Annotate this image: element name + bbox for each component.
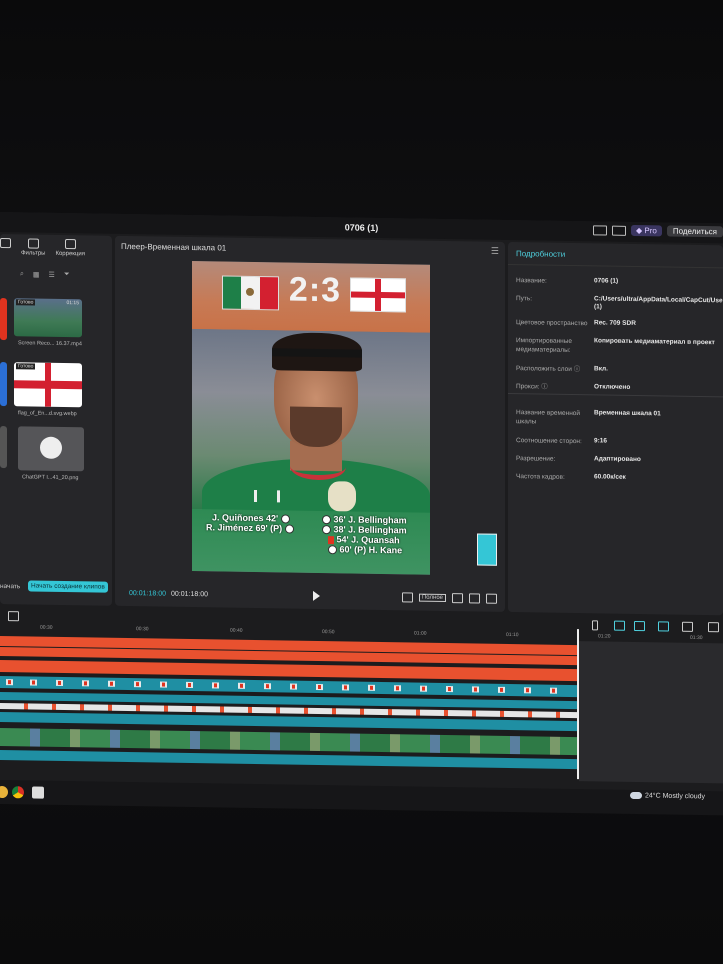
mexico-flag xyxy=(222,275,279,311)
divider xyxy=(508,263,723,269)
tab-correction-label: Коррекция xyxy=(55,250,85,258)
play-icon[interactable] xyxy=(313,590,320,602)
start-clip-creation-button[interactable]: Начать создание клипов xyxy=(28,580,108,593)
player-panel: Плеер-Временная шкала 01 ☰ 2:3 J. Quiñon… xyxy=(115,235,505,612)
chrome-icon[interactable] xyxy=(12,786,24,799)
ruler-tick: 00:30 xyxy=(40,624,53,631)
timeline-empty-area[interactable] xyxy=(579,641,723,784)
media-thumb-england-flag[interactable]: Готово xyxy=(14,362,82,408)
ball-icon xyxy=(322,525,331,535)
zoom-icon[interactable] xyxy=(708,622,719,633)
flag-cross-horizontal xyxy=(14,380,82,389)
media-name: ChatGPT I...41_20.png xyxy=(22,474,79,482)
red-card-icon xyxy=(328,535,334,544)
fullscreen-icon[interactable] xyxy=(486,593,497,604)
correction-icon xyxy=(64,239,76,250)
filters-icon xyxy=(27,238,39,249)
ruler-tick: 00:40 xyxy=(230,627,243,634)
video-preview[interactable]: 2:3 J. Quiñones 42' R. Jiménez 69' (P) 3… xyxy=(192,261,430,575)
split-icon[interactable] xyxy=(8,611,19,622)
media-name: Screen Reco... 16.37.mp4 xyxy=(18,340,82,348)
media-name: flag_of_En...d.svg.webp xyxy=(18,410,77,418)
effects-icon xyxy=(0,238,11,249)
ruler-tick: 00:50 xyxy=(322,629,335,636)
snap-icon[interactable] xyxy=(658,621,669,632)
divider xyxy=(508,392,723,398)
search-icon[interactable]: ⌕ xyxy=(20,270,24,278)
explorer-icon[interactable] xyxy=(0,785,8,799)
media-thumb-video[interactable]: Готово 01:15 xyxy=(14,298,82,338)
match-score: 2:3 xyxy=(288,270,342,310)
magnet-icon[interactable] xyxy=(634,620,645,632)
note-icon[interactable] xyxy=(401,592,413,603)
headband xyxy=(272,348,362,358)
beard xyxy=(290,406,342,448)
ball-icon xyxy=(280,514,290,524)
team-crest-icon xyxy=(328,481,356,512)
capcut-window: 0706 (1) ◆ Pro Поделиться Фильтры Коррек… xyxy=(0,212,723,814)
media-thumb-partial[interactable] xyxy=(0,298,7,341)
menu-icon[interactable]: ☰ xyxy=(491,246,499,257)
england-flag xyxy=(350,277,406,313)
duration-label: 01:15 xyxy=(66,300,79,307)
filter-icon[interactable]: ⏷ xyxy=(64,271,70,279)
start-label[interactable]: начать xyxy=(0,583,20,590)
player-photo xyxy=(192,329,430,531)
goal-scorers: J. Quiñones 42' R. Jiménez 69' (P) 36' J… xyxy=(192,509,430,575)
brand-stripes xyxy=(254,489,280,503)
weather-text: Mostly cloudy xyxy=(662,792,705,801)
ball-icon xyxy=(322,515,331,525)
layout-icon[interactable] xyxy=(592,224,607,236)
weather-widget[interactable]: 24°C Mostly cloudy xyxy=(630,791,705,801)
sort-icon[interactable]: ☰ xyxy=(49,271,55,279)
link-icon[interactable] xyxy=(614,620,625,631)
keyboard-icon[interactable] xyxy=(611,225,626,236)
ruler-tick: 00:30 xyxy=(136,626,149,633)
full-button[interactable]: Полное xyxy=(418,593,446,603)
fit-icon[interactable] xyxy=(452,593,463,604)
playhead[interactable] xyxy=(577,629,579,780)
chatgpt-logo-icon xyxy=(40,436,62,459)
status-badge: Готово xyxy=(16,299,36,306)
temperature: 24°C xyxy=(645,792,661,800)
share-button[interactable]: Поделиться xyxy=(666,225,723,238)
media-thumb-image[interactable] xyxy=(18,426,84,472)
tab-filters-label: Фильтры xyxy=(21,250,46,257)
england-goal-4: 60' (P) H. Kane xyxy=(328,544,402,555)
scoreboard: 2:3 xyxy=(192,261,430,333)
ruler-tick: 01:30 xyxy=(690,634,703,642)
ruler-tick: 01:20 xyxy=(598,633,611,640)
capcut-icon[interactable] xyxy=(32,786,44,799)
selection-handle[interactable] xyxy=(477,533,497,566)
ball-icon xyxy=(284,524,294,534)
current-timecode: 00:01:18:00 xyxy=(129,590,166,598)
collar xyxy=(290,452,346,481)
ball-icon xyxy=(328,545,337,555)
player-controls: 00:01:18:00 00:01:18:00 Полное xyxy=(115,582,505,612)
status-badge: Готово xyxy=(16,363,36,370)
grid-icon[interactable]: ▦ xyxy=(33,271,40,279)
details-panel: Подробности Название: 0706 (1) Путь: C:/Us… xyxy=(508,241,723,616)
player-title: Плеер-Временная шкала 01 xyxy=(121,241,227,253)
total-timecode: 00:01:18:00 xyxy=(171,590,208,599)
tab-correction[interactable]: Коррекция xyxy=(55,239,85,257)
cloud-icon xyxy=(630,791,642,800)
preview-axis-icon[interactable] xyxy=(682,621,693,632)
media-panel: Фильтры Коррекция ⌕ ▦ ☰ ⏷ Готово 01:15 S… xyxy=(0,234,112,606)
media-thumb-partial[interactable] xyxy=(0,362,7,407)
mexico-goal-2: R. Jiménez 69' (P) xyxy=(206,522,294,534)
details-heading: Подробности xyxy=(516,249,566,259)
microphone-icon[interactable] xyxy=(592,620,598,631)
media-thumb-partial[interactable] xyxy=(0,426,7,469)
ruler-tick: 01:10 xyxy=(506,631,519,639)
pro-badge[interactable]: ◆ Pro xyxy=(630,224,662,237)
pro-label: Pro xyxy=(644,226,657,236)
ratio-icon[interactable] xyxy=(469,593,480,604)
tab-effects[interactable] xyxy=(0,238,11,256)
tab-filters[interactable]: Фильтры xyxy=(21,238,46,257)
ruler-tick: 01:00 xyxy=(414,630,427,637)
